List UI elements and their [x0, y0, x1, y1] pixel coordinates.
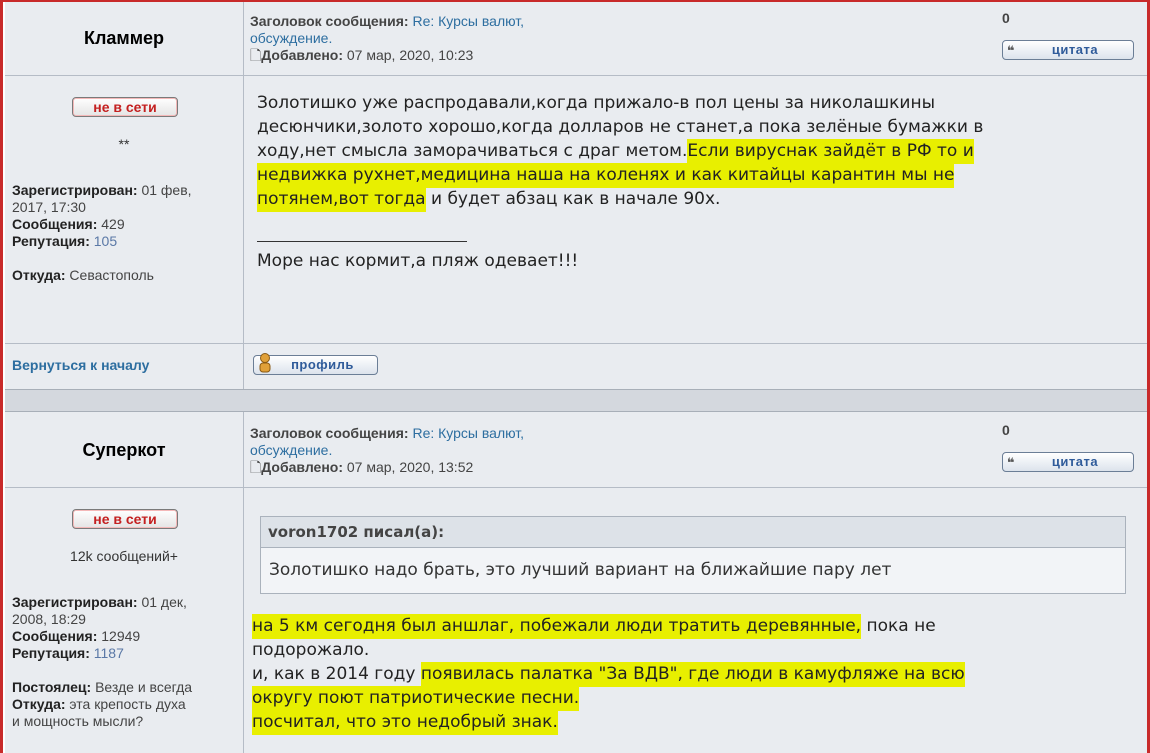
window-frame	[0, 0, 1150, 753]
